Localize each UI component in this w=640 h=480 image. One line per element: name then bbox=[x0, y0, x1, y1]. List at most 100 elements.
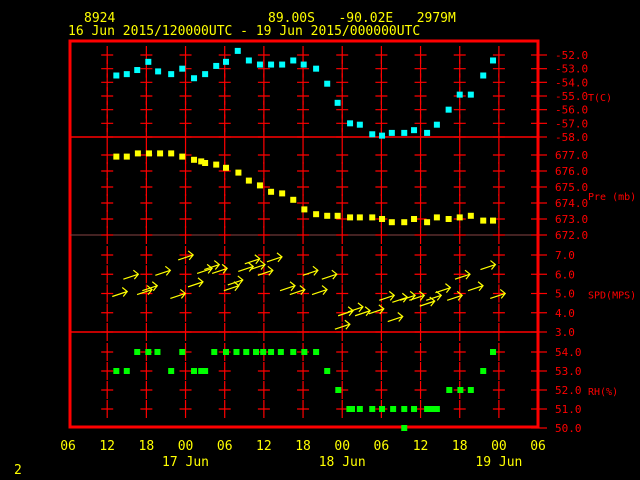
temperature-point bbox=[213, 62, 220, 69]
relative_humidity-point bbox=[390, 406, 397, 412]
pressure-point bbox=[347, 214, 354, 221]
grid-cross bbox=[453, 303, 466, 322]
grid-cross bbox=[492, 323, 505, 341]
relative_humidity-point bbox=[211, 349, 218, 355]
grid-cross bbox=[218, 400, 231, 418]
grid-cross bbox=[179, 194, 192, 212]
grid-cross bbox=[140, 194, 153, 212]
wind-arrow bbox=[244, 254, 261, 265]
grid-cross bbox=[257, 362, 270, 380]
pressure-point bbox=[223, 164, 230, 171]
temperature-point bbox=[268, 61, 275, 68]
grid-cross bbox=[453, 146, 466, 164]
wind-arrow bbox=[112, 287, 129, 298]
temperature-point bbox=[234, 47, 241, 54]
grid-cross bbox=[257, 194, 270, 212]
pressure-point bbox=[480, 217, 487, 224]
relative_humidity-point bbox=[179, 349, 186, 355]
grid-cross bbox=[336, 265, 349, 284]
grid-cross bbox=[140, 362, 153, 380]
grid-cross bbox=[179, 265, 192, 284]
relative_humidity-point bbox=[433, 406, 440, 412]
x-tick-label: 06 bbox=[530, 439, 546, 454]
pressure-point bbox=[424, 219, 431, 226]
grid-cross bbox=[336, 226, 349, 244]
y-tick-label: 7.0 bbox=[555, 249, 575, 262]
y-tick-label: -56.0 bbox=[555, 104, 588, 117]
grid-cross bbox=[218, 303, 231, 322]
grid-cross bbox=[218, 226, 231, 244]
panel-pressure: 677.0 676.0 675.0 674.0 673.0 672.0 Pre (mb) bbox=[101, 146, 636, 244]
y-tick-label: -55.0 bbox=[555, 90, 588, 103]
relative_humidity-point bbox=[253, 349, 260, 355]
relative_humidity-point bbox=[457, 387, 464, 393]
relative_humidity-point bbox=[428, 406, 435, 412]
y-tick-label: 673.0 bbox=[555, 213, 588, 226]
relative_humidity-point bbox=[145, 349, 152, 355]
relative_humidity-point bbox=[233, 349, 240, 355]
y-tick-label: -57.0 bbox=[555, 117, 588, 130]
relative_humidity-point bbox=[369, 406, 376, 412]
temperature-point bbox=[433, 121, 440, 128]
x-tick-label: 12 bbox=[256, 439, 272, 454]
pressure-point bbox=[433, 214, 440, 221]
wind-arrow bbox=[142, 281, 159, 292]
grid-cross bbox=[257, 146, 270, 164]
y-tick-label: -53.0 bbox=[555, 63, 588, 76]
x-tick-label: 18 bbox=[452, 439, 468, 454]
grid-cross bbox=[257, 226, 270, 244]
pressure-point bbox=[379, 216, 386, 222]
relative_humidity-point bbox=[191, 368, 198, 374]
relative_humidity-point bbox=[154, 349, 161, 355]
grid-cross bbox=[179, 162, 192, 180]
pressure-point bbox=[324, 212, 331, 219]
pressure-point bbox=[256, 182, 263, 189]
relative_humidity-point bbox=[268, 349, 275, 355]
relative_humidity-point bbox=[401, 425, 408, 431]
relative_humidity-point bbox=[490, 349, 497, 355]
temperature-point bbox=[290, 57, 297, 64]
wind-arrow bbox=[467, 281, 484, 292]
grid-cross bbox=[257, 381, 270, 399]
grid-cross bbox=[179, 400, 192, 418]
y-tick-label: 5.0 bbox=[555, 288, 575, 301]
x-tick-label: 00 bbox=[178, 439, 194, 454]
grid-cross bbox=[453, 246, 466, 264]
wind-arrow bbox=[311, 285, 328, 296]
grid-cross bbox=[414, 246, 427, 264]
grid-cross bbox=[336, 246, 349, 264]
grid-cross bbox=[336, 362, 349, 380]
relative_humidity-point bbox=[301, 349, 308, 355]
grid-cross bbox=[375, 323, 388, 341]
temperature-point bbox=[202, 71, 209, 78]
y-tick-label: 4.0 bbox=[555, 307, 575, 320]
grid-cross bbox=[257, 323, 270, 341]
grid-cross bbox=[297, 128, 310, 146]
grid-cross bbox=[414, 178, 427, 196]
grid-cross bbox=[336, 284, 349, 303]
grid-cross bbox=[140, 303, 153, 322]
relative_humidity-point bbox=[168, 368, 175, 374]
grid-cross bbox=[492, 194, 505, 212]
pressure-point bbox=[113, 153, 120, 160]
grid-cross bbox=[297, 162, 310, 180]
grid-cross bbox=[218, 246, 231, 264]
grid-cross bbox=[218, 323, 231, 341]
grid-cross bbox=[492, 303, 505, 322]
grid-cross bbox=[492, 381, 505, 399]
temperature-point bbox=[313, 65, 320, 72]
grid-cross bbox=[453, 323, 466, 341]
grid-cross bbox=[453, 265, 466, 284]
grid-cross bbox=[375, 362, 388, 380]
grid-cross bbox=[336, 146, 349, 164]
temperature-point bbox=[369, 131, 376, 138]
y-tick-label: -52.0 bbox=[555, 49, 588, 62]
grid-cross bbox=[414, 362, 427, 380]
grid-cross bbox=[140, 381, 153, 399]
pressure-point bbox=[456, 214, 463, 221]
grid-cross bbox=[179, 362, 192, 380]
grid-cross bbox=[297, 400, 310, 418]
grid-cross bbox=[101, 146, 114, 164]
grid-cross bbox=[101, 323, 114, 341]
wind-arrow bbox=[155, 265, 172, 276]
